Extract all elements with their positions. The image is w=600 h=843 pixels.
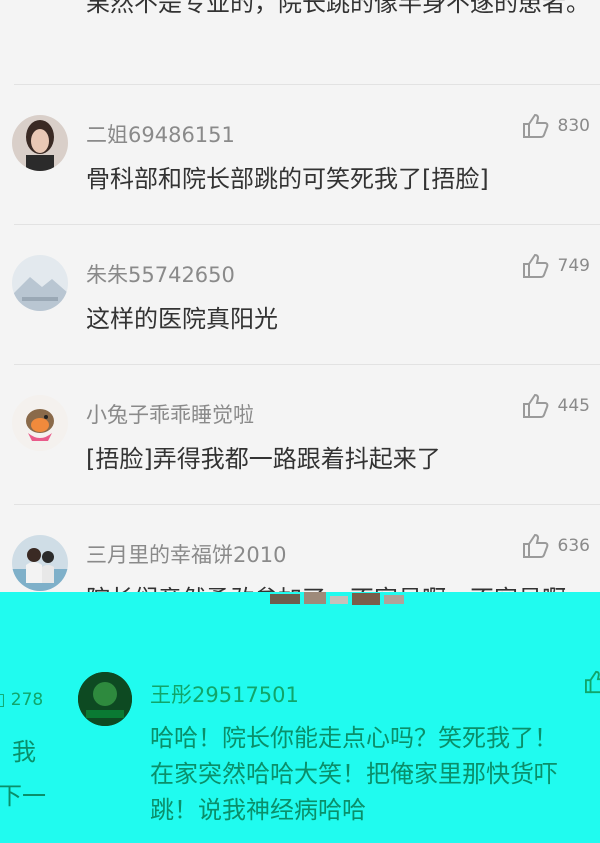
top-comment-text: 果然不是专业的，院长跳的像半身不遂的患者。 <box>86 0 590 17</box>
like-count: 278 <box>10 690 44 710</box>
thumbs-up-icon <box>522 113 548 138</box>
thumbs-up-icon: ▯ <box>0 690 6 710</box>
comment-item: 小兔子乖乖睡觉啦 [捂脸]弄得我都一路跟着抖起来了 445 <box>0 365 600 505</box>
comment-username[interactable]: 朱朱55742650 <box>86 259 235 289</box>
overlay-username[interactable]: 王彤29517501 <box>150 679 299 709</box>
overlay-left-fragment: ▯ 278 我 下一 <box>0 592 70 843</box>
comment-text: 这样的医院真阳光 <box>86 305 278 333</box>
overlay-line: 跳！说我神经病哈哈 <box>150 796 366 824</box>
comment-username[interactable]: 二姐69486151 <box>86 119 235 149</box>
avatar[interactable] <box>12 255 68 311</box>
avatar[interactable] <box>78 672 132 726</box>
comment-username[interactable]: 小兔子乖乖睡觉啦 <box>86 399 254 429</box>
avatar[interactable] <box>12 115 68 171</box>
overlay-comment-text: 哈哈！院长你能走点心吗？笑死我了！ 在家突然哈哈大笑！把俺家里那快货吓 跳！说我… <box>150 720 558 828</box>
avatar[interactable] <box>12 535 68 591</box>
like-count: 830 <box>557 116 590 136</box>
glitch-artifact <box>270 592 404 605</box>
overlay-left-text: 我 <box>12 738 36 766</box>
like-count: 636 <box>557 536 590 556</box>
thumbs-up-icon <box>522 253 548 278</box>
overlay-panel: ▯ 278 我 下一 王彤29517501 哈哈！院长你能走点心吗？笑死我了！ … <box>0 592 600 843</box>
avatar[interactable] <box>12 395 68 451</box>
thumbs-up-icon <box>522 533 548 558</box>
comment-text: [捂脸]弄得我都一路跟着抖起来了 <box>86 445 441 473</box>
like-count: 445 <box>557 396 590 416</box>
comment-username[interactable]: 三月里的幸福饼2010 <box>86 539 286 569</box>
like-button[interactable]: 830 <box>522 113 590 139</box>
thumbs-up-icon[interactable] <box>584 670 600 698</box>
overlay-left-like: ▯ 278 <box>0 690 43 710</box>
like-button[interactable]: 749 <box>522 253 590 279</box>
thumbs-up-icon <box>522 393 548 418</box>
comment-text: 骨科部和院长部跳的可笑死我了[捂脸] <box>86 165 489 193</box>
comment-item: 朱朱55742650 这样的医院真阳光 749 <box>0 225 600 365</box>
overlay-line: 在家突然哈哈大笑！把俺家里那快货吓 <box>150 760 558 788</box>
overlay-line: 哈哈！院长你能走点心吗？笑死我了！ <box>150 724 558 752</box>
comment-item: 二姐69486151 骨科部和院长部跳的可笑死我了[捂脸] 830 <box>0 85 600 225</box>
like-count: 749 <box>557 256 590 276</box>
like-button[interactable]: 636 <box>522 533 590 559</box>
like-button[interactable]: 445 <box>522 393 590 419</box>
overlay-left-text: 下一 <box>0 782 46 810</box>
